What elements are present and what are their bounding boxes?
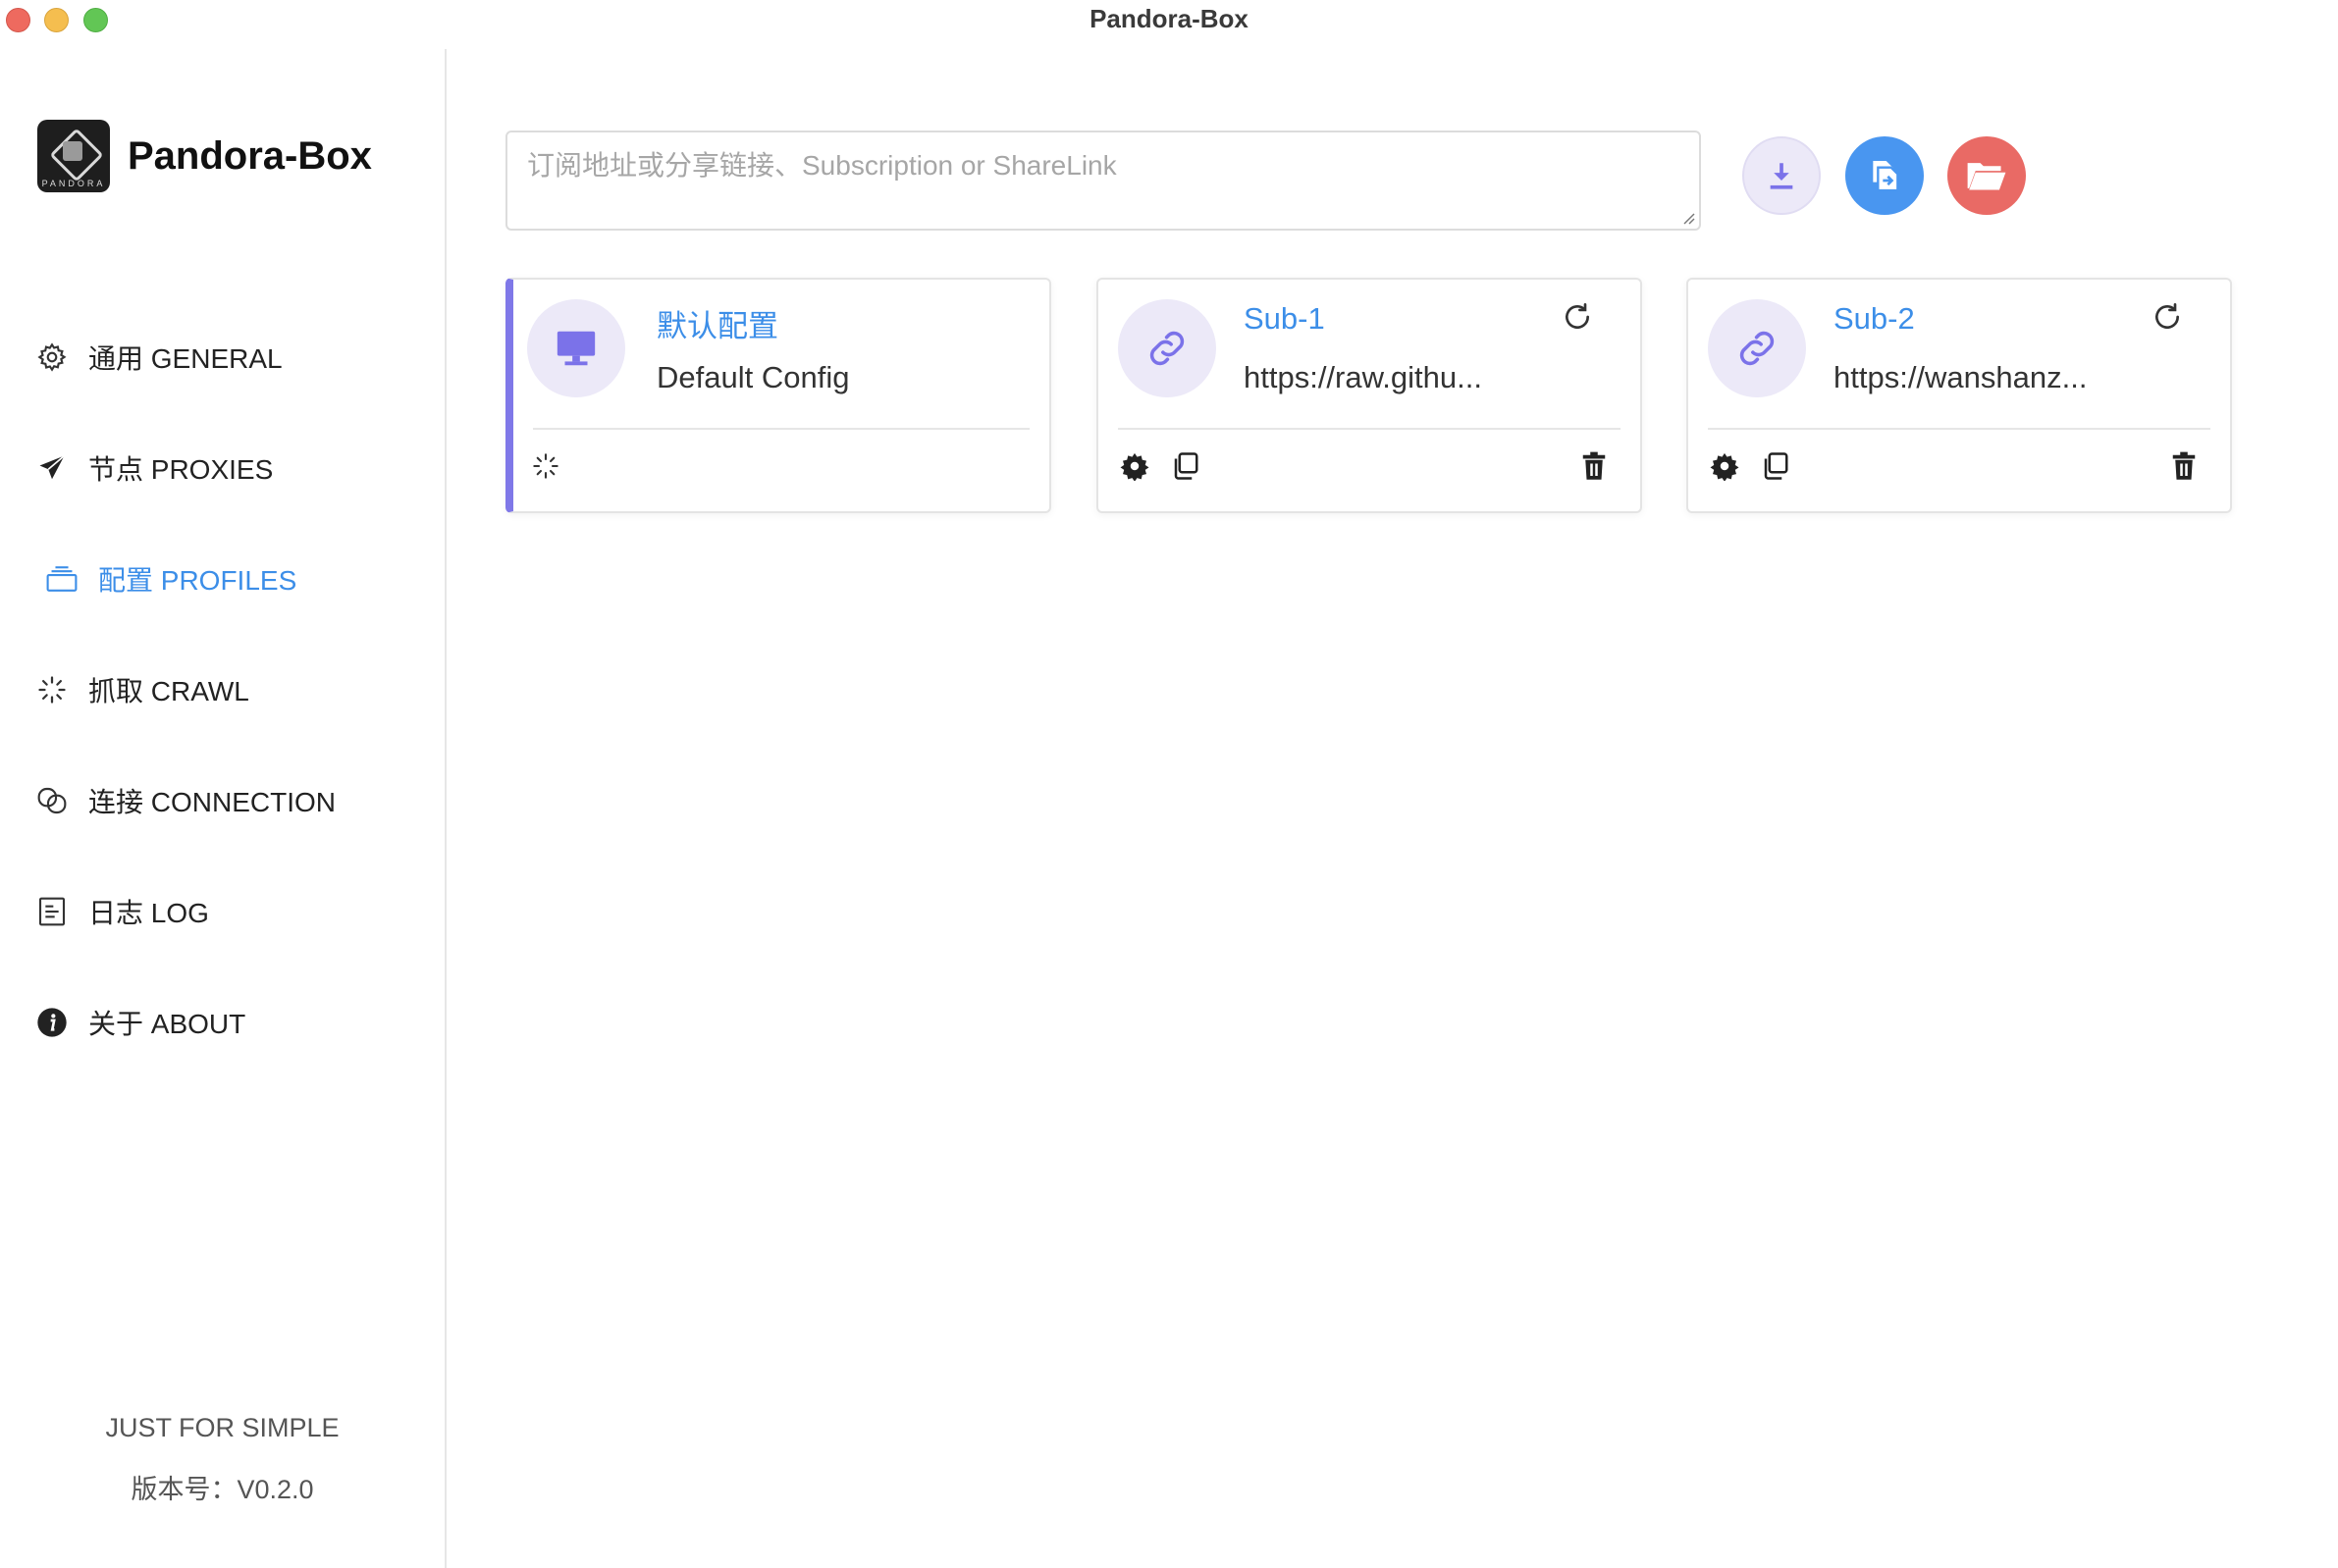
app-name: Pandora-Box (128, 133, 372, 178)
copy-icon (1764, 452, 1788, 480)
delete-profile-button[interactable] (1577, 449, 1611, 483)
profile-avatar (1708, 299, 1806, 397)
trash-icon (2172, 451, 2196, 480)
layers-icon (45, 562, 79, 596)
sidebar-item-label: 连接 CONNECTION (88, 787, 337, 817)
sidebar-item-connection[interactable]: 连接 CONNECTION (35, 777, 336, 824)
delete-profile-button[interactable] (2167, 449, 2201, 483)
copy-profile-button[interactable] (1759, 449, 1792, 483)
paper-plane-icon (35, 451, 69, 485)
link-chain-icon (35, 784, 69, 817)
profile-subtitle: https://raw.githu... (1244, 360, 1482, 394)
profile-name: Sub-2 (1833, 301, 1915, 336)
gear-icon (1120, 452, 1149, 481)
profile-subtitle: https://wanshanz... (1833, 360, 2088, 394)
profile-card[interactable]: Sub-1 https://raw.githu... (1096, 278, 1642, 513)
slogan: JUST FOR SIMPLE (105, 1413, 340, 1442)
resize-grip-icon[interactable] (1681, 211, 1695, 225)
version-label: 版本号：V0.2.0 (131, 1475, 314, 1504)
sidebar-item-proxies[interactable]: 节点 PROXIES (35, 444, 273, 492)
info-icon (35, 1006, 69, 1039)
sidebar-item-crawl[interactable]: 抓取 CRAWL (35, 666, 249, 713)
gear-icon (35, 340, 69, 374)
copy-profile-button[interactable] (1169, 449, 1202, 483)
copy-button[interactable] (1845, 136, 1924, 215)
card-divider (1118, 428, 1621, 430)
document-icon (35, 895, 69, 928)
sidebar-item-label: 通用 GENERAL (88, 343, 283, 374)
app-brand: PANDORA Pandora-Box (37, 120, 372, 192)
sidebar-item-about[interactable]: 关于 ABOUT (35, 999, 245, 1046)
profile-avatar (1118, 299, 1216, 397)
sidebar-item-label: 关于 ABOUT (88, 1009, 246, 1039)
profile-name: 默认配置 (657, 309, 778, 343)
profile-card[interactable]: 默认配置 Default Config (505, 278, 1051, 513)
profile-avatar (527, 299, 625, 397)
gear-icon (1710, 452, 1739, 481)
card-divider (533, 428, 1030, 430)
subscription-input-wrapper (505, 131, 1701, 231)
edit-profile-button[interactable] (1708, 449, 1741, 483)
profile-subtitle: Default Config (657, 360, 850, 394)
sidebar-item-log[interactable]: 日志 LOG (35, 888, 209, 935)
refresh-icon[interactable] (1562, 301, 1593, 333)
sidebar: PANDORA Pandora-Box 通用 GENERAL 节点 PROXIE… (0, 49, 447, 1568)
sidebar-item-general[interactable]: 通用 GENERAL (35, 334, 283, 381)
download-icon (1770, 163, 1793, 189)
spinner-icon (533, 453, 558, 479)
title-bar: Pandora-Box (0, 0, 2338, 39)
sidebar-item-label: 日志 LOG (88, 898, 209, 928)
folder-open-icon (1967, 163, 2006, 190)
link-icon (1739, 331, 1775, 366)
logo-text: PANDORA (41, 179, 106, 188)
sidebar-item-label: 节点 PROXIES (88, 454, 274, 485)
edit-profile-button[interactable] (1118, 449, 1151, 483)
monitor-icon (557, 331, 596, 366)
profile-name: Sub-1 (1244, 301, 1325, 336)
sidebar-item-profiles[interactable]: 配置 PROFILES (45, 555, 296, 602)
sidebar-item-label: 配置 PROFILES (98, 565, 297, 596)
link-icon (1149, 331, 1185, 366)
copy-file-icon (1873, 161, 1899, 192)
profile-card[interactable]: Sub-2 https://wanshanz... (1686, 278, 2232, 513)
card-divider (1708, 428, 2210, 430)
refresh-icon[interactable] (2152, 301, 2183, 333)
window-title: Pandora-Box (1089, 4, 1249, 33)
download-button[interactable] (1742, 136, 1821, 215)
spinner-icon (35, 673, 69, 706)
loading-indicator (529, 449, 562, 483)
sidebar-item-label: 抓取 CRAWL (88, 676, 249, 706)
open-folder-button[interactable] (1947, 136, 2026, 215)
app-logo-icon: PANDORA (37, 120, 110, 192)
trash-icon (1582, 451, 1606, 480)
subscription-input[interactable] (507, 132, 1699, 229)
copy-icon (1174, 452, 1198, 480)
